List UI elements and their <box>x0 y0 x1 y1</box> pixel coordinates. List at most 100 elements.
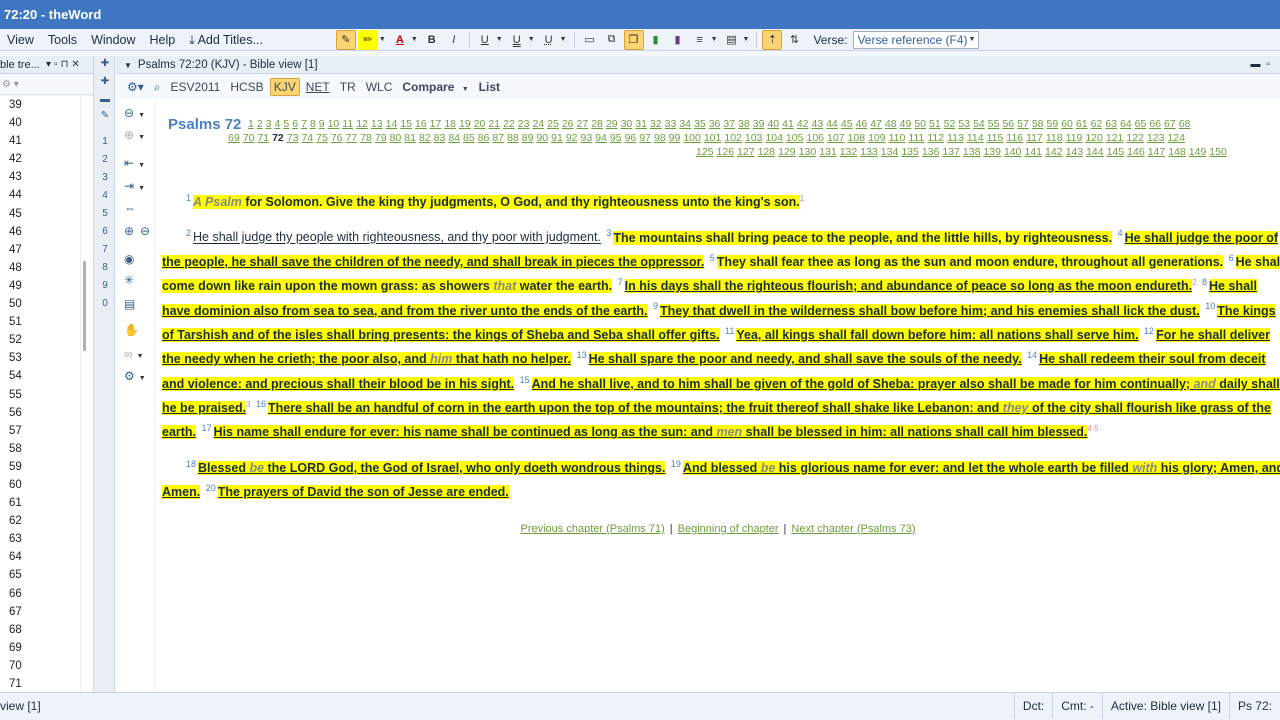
chevron-down-icon[interactable]: ▼ <box>496 36 503 43</box>
chevron-down-icon[interactable]: ▼ <box>560 36 567 43</box>
chapter-link[interactable]: 86 <box>478 132 490 144</box>
menu-help[interactable]: Help <box>143 29 183 51</box>
chapter-link[interactable]: 109 <box>868 132 886 144</box>
chapter-link[interactable]: 146 <box>1127 146 1145 158</box>
chapter-link[interactable]: 64 <box>1120 118 1132 130</box>
chapter-link[interactable]: 62 <box>1091 118 1103 130</box>
num-9[interactable]: 9 <box>97 280 113 296</box>
settings-icon[interactable]: ⚙ ▼ <box>124 369 149 383</box>
chapter-link[interactable]: 18 <box>444 118 456 130</box>
num-8[interactable]: 8 <box>97 262 113 278</box>
chapter-link[interactable]: 90 <box>536 132 548 144</box>
chapter-link[interactable]: 108 <box>848 132 866 144</box>
chapter-link[interactable]: 41 <box>782 118 794 130</box>
version-esv2011[interactable]: ESV2011 <box>167 78 225 96</box>
chapter-link[interactable]: 49 <box>900 118 912 130</box>
list-item[interactable]: 62 <box>0 512 80 530</box>
add-icon[interactable]: ✚ <box>97 76 113 92</box>
prev-verse-icon[interactable]: ⇤ ▼ <box>124 156 148 170</box>
chapter-link[interactable]: 128 <box>758 146 776 158</box>
chapter-link[interactable]: 94 <box>595 132 607 144</box>
chapter-link[interactable]: 113 <box>947 132 964 144</box>
list-item[interactable]: 64 <box>0 548 80 566</box>
chapter-link[interactable]: 124 <box>1167 132 1185 144</box>
list-item[interactable]: 40 <box>0 114 80 132</box>
dotted-underline-icon[interactable]: U <box>539 30 559 50</box>
list-item[interactable]: 50 <box>0 295 80 313</box>
highlighter-mode-icon[interactable]: ✎ <box>335 29 356 50</box>
chapter-link[interactable]: 36 <box>709 118 721 130</box>
chapter-link[interactable]: 141 <box>1025 146 1043 158</box>
notes-icon[interactable]: ✳ <box>124 273 134 287</box>
chapter-link[interactable]: 142 <box>1045 146 1063 158</box>
frame-icon[interactable]: ▭ <box>580 30 600 50</box>
chapter-link[interactable]: 74 <box>301 132 313 144</box>
chapter-link[interactable]: 29 <box>606 118 618 130</box>
sync-up-icon[interactable]: ⇡ <box>762 29 783 50</box>
list-item[interactable]: 44 <box>0 186 80 204</box>
chapter-link[interactable]: 127 <box>737 146 755 158</box>
chevron-down-icon[interactable]: ▼ <box>124 61 132 70</box>
version-wlc[interactable]: WLC <box>362 78 397 96</box>
chapter-link[interactable]: 12 <box>356 118 368 130</box>
chapter-link[interactable]: 114 <box>967 132 984 144</box>
chapter-link[interactable]: 150 <box>1209 146 1227 158</box>
copy-icon[interactable]: ⧉ <box>602 30 622 50</box>
bible-text-view[interactable]: Psalms 72 1 2 3 4 5 6 7 8 9 10 11 12 13 14 15 16 17 18 19 2… <box>156 99 1280 692</box>
options-icon[interactable]: ⚙ ▾ <box>2 79 19 90</box>
list-item[interactable]: 52 <box>0 331 80 349</box>
version-kjv[interactable]: KJV <box>269 78 300 96</box>
list-item[interactable]: 67 <box>0 603 80 621</box>
chapter-link[interactable]: 16 <box>415 118 427 130</box>
page-icon[interactable]: ▤ <box>124 297 135 311</box>
chapter-link[interactable]: 14 <box>386 118 398 130</box>
chapter-link[interactable]: 58 <box>1032 118 1044 130</box>
list-item[interactable]: 39 <box>0 96 80 114</box>
chapter-link[interactable]: 73 <box>287 132 299 144</box>
chapter-link[interactable]: 125 <box>696 146 714 158</box>
chapter-link[interactable]: 43 <box>812 118 824 130</box>
chapter-link[interactable]: 134 <box>881 146 899 158</box>
verse-number[interactable]: 1 <box>186 193 191 203</box>
chapter-link[interactable]: 11 <box>342 118 353 130</box>
chapter-link[interactable]: 137 <box>942 146 960 158</box>
chapter-link[interactable]: 7 <box>301 118 307 130</box>
chapter-link[interactable]: 48 <box>885 118 897 130</box>
list-item[interactable]: 51 <box>0 313 80 331</box>
chapter-link[interactable]: 19 <box>459 118 471 130</box>
chapter-link[interactable]: 93 <box>581 132 593 144</box>
list-item[interactable]: 43 <box>0 168 80 186</box>
chapter-link[interactable]: 121 <box>1106 132 1124 144</box>
list-item[interactable]: 46 <box>0 223 80 241</box>
minimize-icon[interactable]: ▬ <box>1250 59 1266 70</box>
list-item[interactable]: 48 <box>0 259 80 277</box>
chevron-down-icon[interactable]: ▼ <box>411 36 418 43</box>
chapter-link[interactable]: 63 <box>1105 118 1117 130</box>
chapter-link[interactable]: 51 <box>929 118 941 130</box>
chapter-link[interactable]: 53 <box>958 118 970 130</box>
chapter-link[interactable]: 52 <box>944 118 956 130</box>
version-tr[interactable]: TR <box>336 78 360 96</box>
dropdown-icon[interactable]: ▾ <box>46 59 54 70</box>
chapter-link[interactable]: 8 <box>310 118 316 130</box>
chapter-link[interactable]: 101 <box>704 132 722 144</box>
num-3[interactable]: 3 <box>97 172 113 188</box>
chapter-link[interactable]: 97 <box>639 132 651 144</box>
bible-view-tab[interactable]: ▼ Psalms 72:20 (KJV) - Bible view [1] ▬▫ <box>116 56 1280 74</box>
chapter-link[interactable]: 131 <box>819 146 837 158</box>
chevron-down-icon[interactable]: ▼ <box>528 36 535 43</box>
verse-number[interactable]: 2 <box>186 228 191 238</box>
chapter-link[interactable]: 1 <box>248 118 254 130</box>
num-0[interactable]: 0 <box>97 298 113 314</box>
list-item[interactable]: 66 <box>0 585 80 603</box>
chapter-link[interactable]: 5 <box>283 118 289 130</box>
chapter-link[interactable]: 99 <box>669 132 681 144</box>
chapter-link[interactable]: 67 <box>1164 118 1176 130</box>
chapter-link[interactable]: 120 <box>1085 132 1103 144</box>
menu-tools[interactable]: Tools <box>41 29 84 51</box>
eye-icon[interactable]: ◉ <box>124 252 134 266</box>
chapter-link[interactable]: 123 <box>1147 132 1165 144</box>
list-item[interactable]: 45 <box>0 205 80 223</box>
list-item[interactable]: 49 <box>0 277 80 295</box>
chapter-link[interactable]: 34 <box>679 118 691 130</box>
